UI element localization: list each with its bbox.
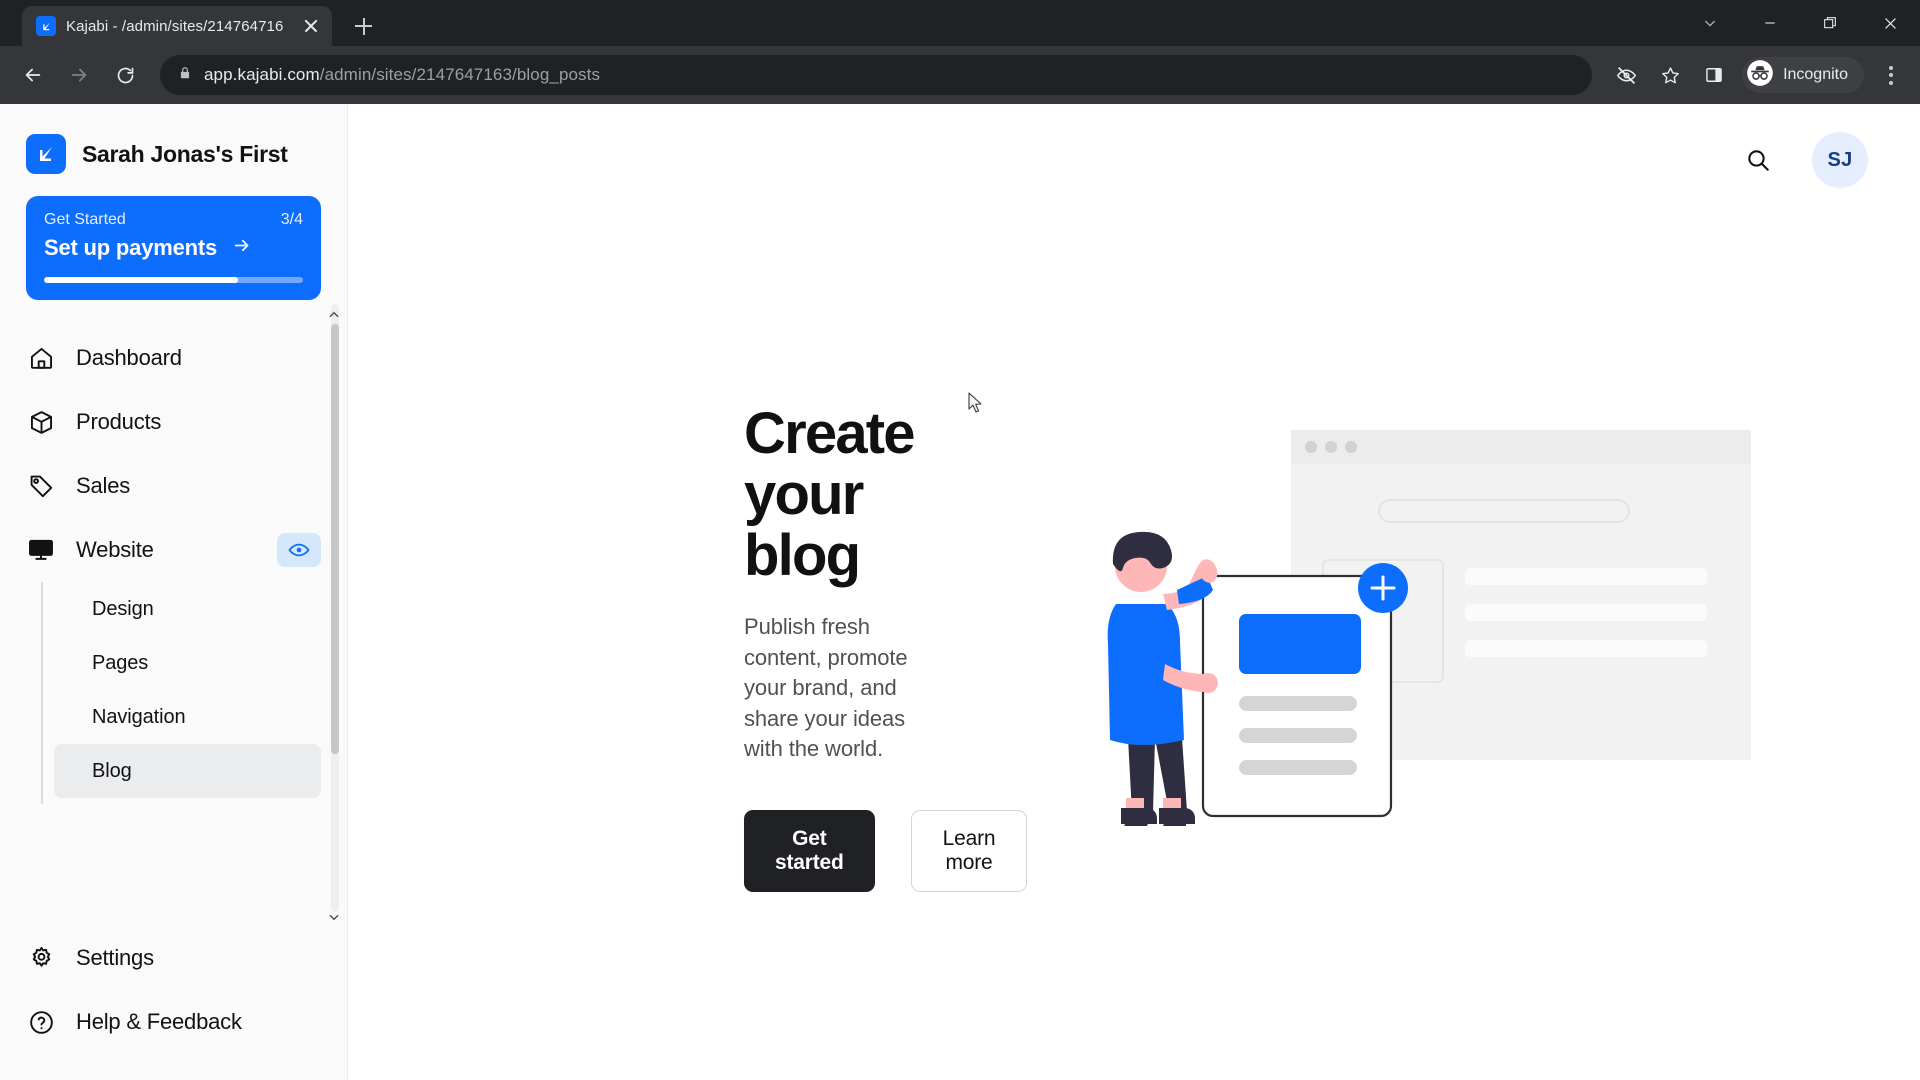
sidebar-item-pages[interactable]: Pages xyxy=(54,636,321,690)
close-icon[interactable] xyxy=(1860,0,1920,46)
browser-tab-title: Kajabi - /admin/sites/214764716 xyxy=(66,17,284,35)
reload-icon[interactable] xyxy=(104,54,146,96)
eye-icon[interactable] xyxy=(277,533,321,567)
sidebar-item-label: Sales xyxy=(76,473,131,498)
page-title: Create your blog xyxy=(744,400,916,588)
sidebar-item-settings[interactable]: Settings xyxy=(26,926,321,990)
get-started-card[interactable]: Get Started 3/4 Set up payments xyxy=(26,196,321,300)
sidebar-item-label: Products xyxy=(76,409,162,434)
sidebar-item-sales[interactable]: Sales xyxy=(26,454,321,518)
url-host: app.kajabi.com xyxy=(204,65,320,84)
main-content: SJ Create your blog Publish fresh conten… xyxy=(348,104,1920,1080)
search-icon[interactable] xyxy=(1738,140,1778,180)
get-started-task-label: Set up payments xyxy=(44,235,218,260)
sidebar-item-label: Website xyxy=(76,537,154,562)
get-started-progress-fill xyxy=(44,277,239,283)
brand-name: Sarah Jonas's First xyxy=(82,140,288,167)
kajabi-logo-icon xyxy=(36,16,56,36)
url-path: /admin/sites/2147647163/blog_posts xyxy=(319,65,601,84)
get-started-header: Get Started 3/4 xyxy=(44,211,303,229)
subnav-item-label: Pages xyxy=(92,651,149,674)
sidebar-item-design[interactable]: Design xyxy=(54,582,321,636)
question-circle-icon xyxy=(26,1007,56,1037)
sidebar-item-products[interactable]: Products xyxy=(26,390,321,454)
get-started-progress xyxy=(44,277,303,283)
restore-icon[interactable] xyxy=(1800,0,1860,46)
chevron-down-icon[interactable] xyxy=(327,910,341,924)
hero-section: Create your blog Publish fresh content, … xyxy=(348,216,1920,1080)
browser-tab[interactable]: Kajabi - /admin/sites/214764716 xyxy=(22,6,332,46)
sidebar-item-website[interactable]: Website xyxy=(26,518,321,582)
subnav-item-label: Blog xyxy=(92,759,132,782)
browser-window: Kajabi - /admin/sites/214764716 app.kaja… xyxy=(0,0,1920,1080)
profile-label: Incognito xyxy=(1783,66,1848,83)
eye-slash-icon[interactable] xyxy=(1606,55,1646,95)
gear-icon xyxy=(26,943,56,973)
blog-creation-illustration xyxy=(978,408,1868,888)
kajabi-logo-icon xyxy=(26,134,66,174)
app-header: SJ xyxy=(348,104,1920,216)
get-started-count: 3/4 xyxy=(280,211,303,228)
close-icon[interactable] xyxy=(300,15,322,37)
tag-icon xyxy=(26,471,56,501)
get-started-task: Set up payments xyxy=(44,235,303,261)
sidebar-scrollbar[interactable] xyxy=(331,304,339,912)
sidebar-item-blog[interactable]: Blog xyxy=(54,744,321,798)
side-panel-icon[interactable] xyxy=(1694,55,1734,95)
sidebar-scrollbar-thumb[interactable] xyxy=(331,324,339,754)
chevron-up-icon[interactable] xyxy=(327,308,341,322)
sidebar-item-label: Dashboard xyxy=(76,345,182,370)
sidebar-item-navigation[interactable]: Navigation xyxy=(54,690,321,744)
browser-toolbar: app.kajabi.com/admin/sites/2147647163/bl… xyxy=(0,46,1920,104)
address-bar-url: app.kajabi.com/admin/sites/2147647163/bl… xyxy=(204,65,600,85)
sidebar-item-label: Help & Feedback xyxy=(76,1009,242,1034)
profile-incognito-button[interactable]: Incognito xyxy=(1742,57,1864,93)
chevron-down-icon[interactable] xyxy=(1680,0,1740,46)
hero-subtitle: Publish fresh content, promote your bran… xyxy=(744,614,908,761)
browser-tab-strip: Kajabi - /admin/sites/214764716 xyxy=(0,0,1920,46)
subnav-item-label: Navigation xyxy=(92,705,186,728)
arrow-right-icon xyxy=(230,235,254,261)
forward-arrow-icon[interactable] xyxy=(58,54,100,96)
kebab-menu-icon[interactable] xyxy=(1874,55,1908,95)
sidebar-item-dashboard[interactable]: Dashboard xyxy=(26,326,321,390)
illustration-document-card xyxy=(1201,574,1393,818)
avatar-initials: SJ xyxy=(1827,148,1853,171)
illustration-add-badge xyxy=(1358,563,1408,613)
home-icon xyxy=(26,343,56,373)
window-controls xyxy=(1680,0,1920,46)
minimize-icon[interactable] xyxy=(1740,0,1800,46)
sidebar-subnav-website: Design Pages Navigation Blog xyxy=(26,582,321,804)
sidebar: Sarah Jonas's First Get Started 3/4 Set … xyxy=(0,104,348,1080)
avatar[interactable]: SJ xyxy=(1812,132,1868,188)
sidebar-item-label: Settings xyxy=(76,945,154,970)
back-arrow-icon[interactable] xyxy=(12,54,54,96)
brand[interactable]: Sarah Jonas's First xyxy=(0,104,347,196)
star-icon[interactable] xyxy=(1650,55,1690,95)
sidebar-bottom: Settings Help & Feedback xyxy=(0,926,347,1080)
hero-actions: Get started Learn more xyxy=(744,810,1028,893)
hero-text: Create your blog Publish fresh content, … xyxy=(388,400,1028,893)
sidebar-nav-scroll: Get Started 3/4 Set up payments Dashboar… xyxy=(0,196,347,926)
incognito-icon xyxy=(1746,59,1774,92)
monitor-icon xyxy=(26,535,56,565)
get-started-label: Get Started xyxy=(44,211,126,228)
sidebar-item-help-feedback[interactable]: Help & Feedback xyxy=(26,990,321,1054)
box-icon xyxy=(26,407,56,437)
new-tab-button[interactable] xyxy=(346,9,380,43)
get-started-button[interactable]: Get started xyxy=(744,810,875,893)
lock-icon xyxy=(178,66,192,85)
app-viewport: Sarah Jonas's First Get Started 3/4 Set … xyxy=(0,104,1920,1080)
subnav-item-label: Design xyxy=(92,597,154,620)
address-bar[interactable]: app.kajabi.com/admin/sites/2147647163/bl… xyxy=(160,55,1593,95)
